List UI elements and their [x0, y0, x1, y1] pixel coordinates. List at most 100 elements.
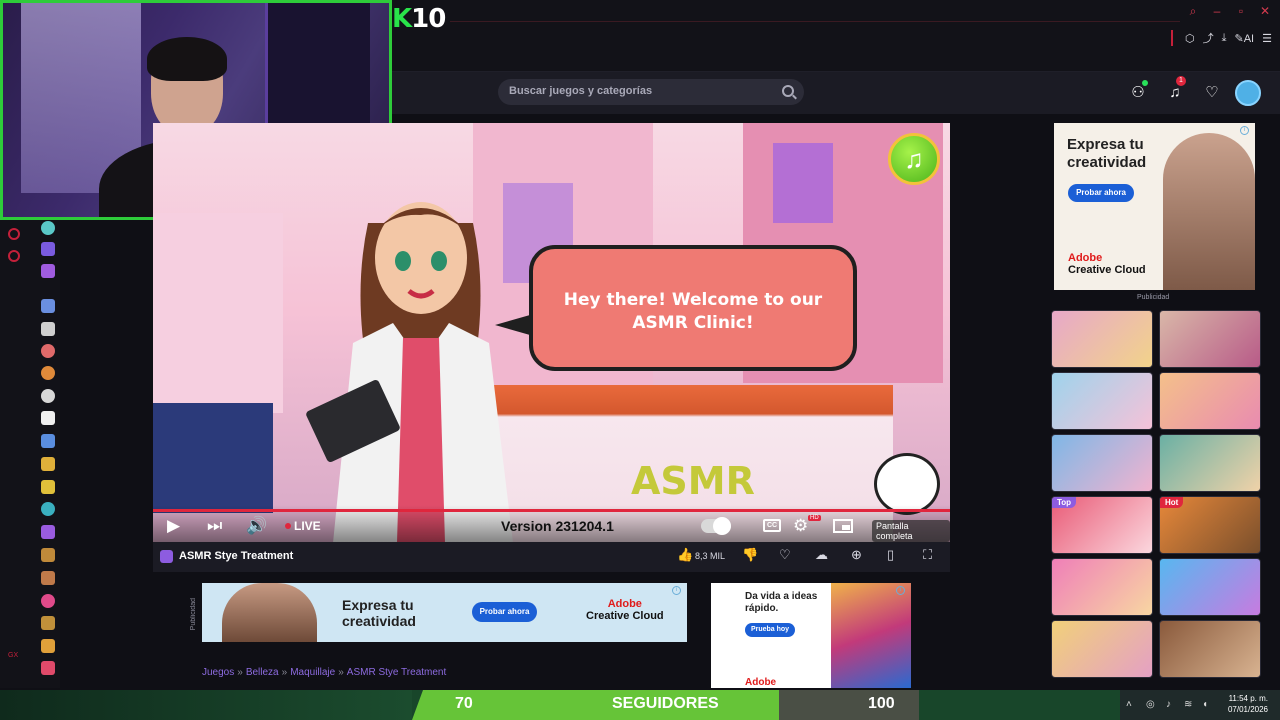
breadcrumb-juegos[interactable]: Juegos: [202, 667, 234, 678]
fullscreen-icon[interactable]: ⛶: [923, 547, 932, 563]
music-note-icon[interactable]: ♫: [888, 133, 940, 185]
game-version: Version 231204.1: [501, 518, 614, 534]
background-window-right: [773, 143, 833, 223]
game-player[interactable]: Hey there! Welcome to our ASMR Clinic! ♫…: [153, 123, 950, 542]
ad-side-label: Publicidad: [190, 598, 197, 631]
settings-gear-icon[interactable]: ⚙: [793, 516, 808, 536]
search-icon[interactable]: ⌕: [1186, 4, 1200, 19]
shooting-icon[interactable]: [41, 457, 55, 471]
site-header: Buscar juegos y categorías ⚇ ♫ 1 ♡: [390, 72, 1280, 114]
thumbs-down-icon[interactable]: 👎: [742, 547, 758, 563]
background-building-left: [153, 213, 283, 413]
ai-icon[interactable]: ✎AI: [1235, 32, 1255, 45]
car-icon[interactable]: [41, 480, 55, 494]
multiplayer-icon[interactable]: [41, 264, 55, 278]
game-thumbnail[interactable]: [1159, 620, 1261, 678]
search-input[interactable]: Buscar juegos y categorías: [498, 79, 804, 105]
avatar[interactable]: [1235, 80, 1261, 106]
game-thumbnail[interactable]: [1051, 558, 1153, 616]
game-thumbnail[interactable]: [1159, 310, 1261, 368]
settings-icon[interactable]: [8, 250, 20, 262]
mobile-icon[interactable]: ▯: [887, 547, 894, 563]
autoplay-toggle[interactable]: [701, 517, 731, 535]
microphone-icon[interactable]: ♪: [1166, 699, 1171, 710]
chevron-up-icon[interactable]: ˄: [1126, 699, 1132, 710]
two-player-icon[interactable]: [41, 299, 55, 313]
breadcrumb-maquillaje[interactable]: Maquillaje: [290, 667, 335, 678]
game-thumbnail[interactable]: [1159, 558, 1261, 616]
io-games-icon[interactable]: [41, 502, 55, 516]
breadcrumb: Juegos» Belleza» Maquillaje» ASMR Stye Trea…: [202, 667, 446, 678]
volume-icon[interactable]: 🔊: [246, 516, 267, 536]
heart-icon[interactable]: ♡: [1201, 82, 1223, 104]
racing-icon[interactable]: [41, 594, 55, 608]
maximize-icon[interactable]: ▫: [1234, 4, 1248, 19]
close-icon[interactable]: ✕: [1258, 4, 1272, 19]
clock-date: 07/01/2026: [1227, 705, 1268, 714]
favorite-heart-icon[interactable]: ♡: [779, 547, 791, 563]
twitch-icon[interactable]: [41, 242, 55, 256]
ad-small-headline: Da vida a ideas rápido.: [745, 591, 818, 614]
game-thumbnail[interactable]: [1051, 434, 1153, 492]
ad-banner-small[interactable]: Da vida a ideas rápido. Prueba hoy Adobe…: [711, 583, 911, 688]
extensions-icon[interactable]: ⬡: [1185, 32, 1195, 45]
captions-icon[interactable]: CC: [763, 519, 781, 532]
ad-cta-button[interactable]: Probar ahora: [1068, 184, 1134, 202]
play-icon[interactable]: ▶: [167, 516, 180, 536]
ad-bottom-cta-button[interactable]: Probar ahora: [472, 602, 537, 622]
wifi-icon[interactable]: ≋: [1184, 699, 1192, 710]
controller-icon[interactable]: [41, 525, 55, 539]
ad-banner-bottom[interactable]: Expresa tu creatividad Probar ahora Adob…: [202, 583, 687, 642]
thumbnail-badge: Top: [1052, 497, 1077, 508]
adventure-icon[interactable]: [41, 344, 55, 358]
cloud-upload-icon[interactable]: ☁: [815, 547, 828, 563]
snapshot-icon[interactable]: ⤴: [1203, 30, 1214, 46]
extensions-divider: [1171, 30, 1174, 46]
strategy-icon[interactable]: [41, 616, 55, 630]
action-icon[interactable]: [41, 322, 55, 336]
game-thumbnail[interactable]: Hot: [1159, 496, 1261, 554]
thumbs-up-icon[interactable]: 👍: [677, 547, 693, 563]
history-icon[interactable]: [8, 228, 20, 240]
game-thumbnail[interactable]: [1051, 620, 1153, 678]
gun-icon[interactable]: [41, 639, 55, 653]
ad-banner-top[interactable]: Expresa tu creatividad Probar ahora Adob…: [1054, 123, 1255, 290]
clicker-icon[interactable]: [41, 434, 55, 448]
ad-label: Publicidad: [1137, 294, 1170, 301]
network-icon[interactable]: ◎: [1146, 699, 1155, 710]
download-icon[interactable]: ⤓: [1222, 32, 1227, 45]
ad-bottom-info-icon[interactable]: i: [672, 586, 681, 595]
breadcrumb-belleza[interactable]: Belleza: [246, 667, 279, 678]
game-thumbnail[interactable]: [1051, 310, 1153, 368]
clock[interactable]: 11:54 p. m. 07/01/2026: [1228, 693, 1268, 715]
football-icon[interactable]: [41, 571, 55, 585]
minimize-icon[interactable]: –: [1210, 4, 1224, 19]
skip-next-icon[interactable]: ⏭: [207, 516, 222, 536]
system-tray: ˄ ◎ ♪ ≋ ◖ 11:54 p. m. 07/01/2026: [1120, 690, 1280, 720]
basketball-icon[interactable]: [41, 366, 55, 380]
asmr-logo-text: ASMR: [631, 459, 755, 503]
puzzle-icon[interactable]: [41, 548, 55, 562]
stream-logo-number: 10: [411, 4, 446, 34]
ad-small-cta-button[interactable]: Prueba hoy: [745, 623, 795, 637]
ad-small-info-icon[interactable]: i: [896, 586, 905, 595]
game-thumbnail[interactable]: [1159, 372, 1261, 430]
menu-icon[interactable]: ☰: [1262, 32, 1272, 45]
search-icon[interactable]: [782, 85, 794, 97]
ad-info-icon[interactable]: i: [1240, 126, 1249, 135]
doctor-character: [306, 202, 513, 542]
game-thumbnail[interactable]: [1159, 434, 1261, 492]
game-thumbnail[interactable]: Top: [1051, 496, 1153, 554]
progress-bar[interactable]: [153, 509, 950, 512]
game-thumbnail[interactable]: [1051, 372, 1153, 430]
billiards-icon[interactable]: [41, 389, 55, 403]
cards-icon[interactable]: [41, 411, 55, 425]
recent-icon[interactable]: [41, 221, 55, 235]
live-label: LIVE: [294, 519, 321, 533]
picture-in-picture-icon[interactable]: [833, 519, 853, 533]
speaker-icon[interactable]: ◖: [1202, 699, 1208, 710]
breadcrumb-current[interactable]: ASMR Stye Treatment: [347, 667, 446, 678]
theater-mode-icon[interactable]: ⊕: [851, 547, 862, 563]
beauty-icon[interactable]: [41, 661, 55, 675]
ad-image: [1163, 133, 1255, 290]
